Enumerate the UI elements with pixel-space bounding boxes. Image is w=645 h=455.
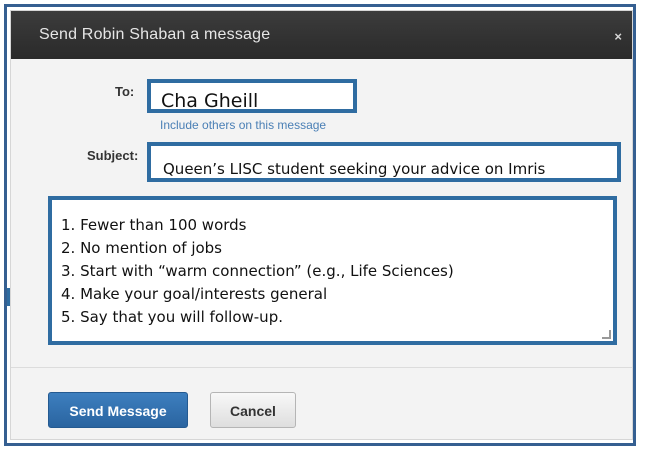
subject-value: Queen’s LISC student seeking your advice…: [163, 160, 546, 178]
send-message-button[interactable]: Send Message: [48, 392, 188, 428]
resize-handle-icon[interactable]: [602, 330, 611, 339]
body-line: 5. Say that you will follow-up.: [61, 308, 283, 326]
dialog-title: Send Robin Shaban a message: [39, 26, 271, 43]
close-icon[interactable]: ×: [614, 29, 622, 44]
message-dialog: Send Robin Shaban a message × To: Cha Gh…: [10, 10, 633, 440]
body-line: 4. Make your goal/interests general: [61, 285, 328, 303]
body-line: 2. No mention of jobs: [61, 239, 223, 257]
dialog-title-bar: Send Robin Shaban a message ×: [11, 11, 632, 59]
subject-label: Subject:: [87, 148, 139, 163]
include-others-link[interactable]: Include others on this message: [160, 118, 326, 132]
to-value: Cha Gheill: [161, 90, 259, 112]
footer-divider: [11, 367, 632, 368]
message-body-list: 1. Fewer than 100 words 2. No mention of…: [61, 214, 454, 329]
to-field[interactable]: Cha Gheill: [147, 79, 357, 113]
to-label: To:: [115, 84, 135, 99]
cancel-button[interactable]: Cancel: [210, 392, 296, 428]
body-line: 1. Fewer than 100 words: [61, 216, 247, 234]
body-line: 3. Start with “warm connection” (e.g., L…: [61, 262, 454, 280]
subject-field[interactable]: Queen’s LISC student seeking your advice…: [147, 142, 621, 182]
message-body-field[interactable]: 1. Fewer than 100 words 2. No mention of…: [48, 196, 617, 345]
